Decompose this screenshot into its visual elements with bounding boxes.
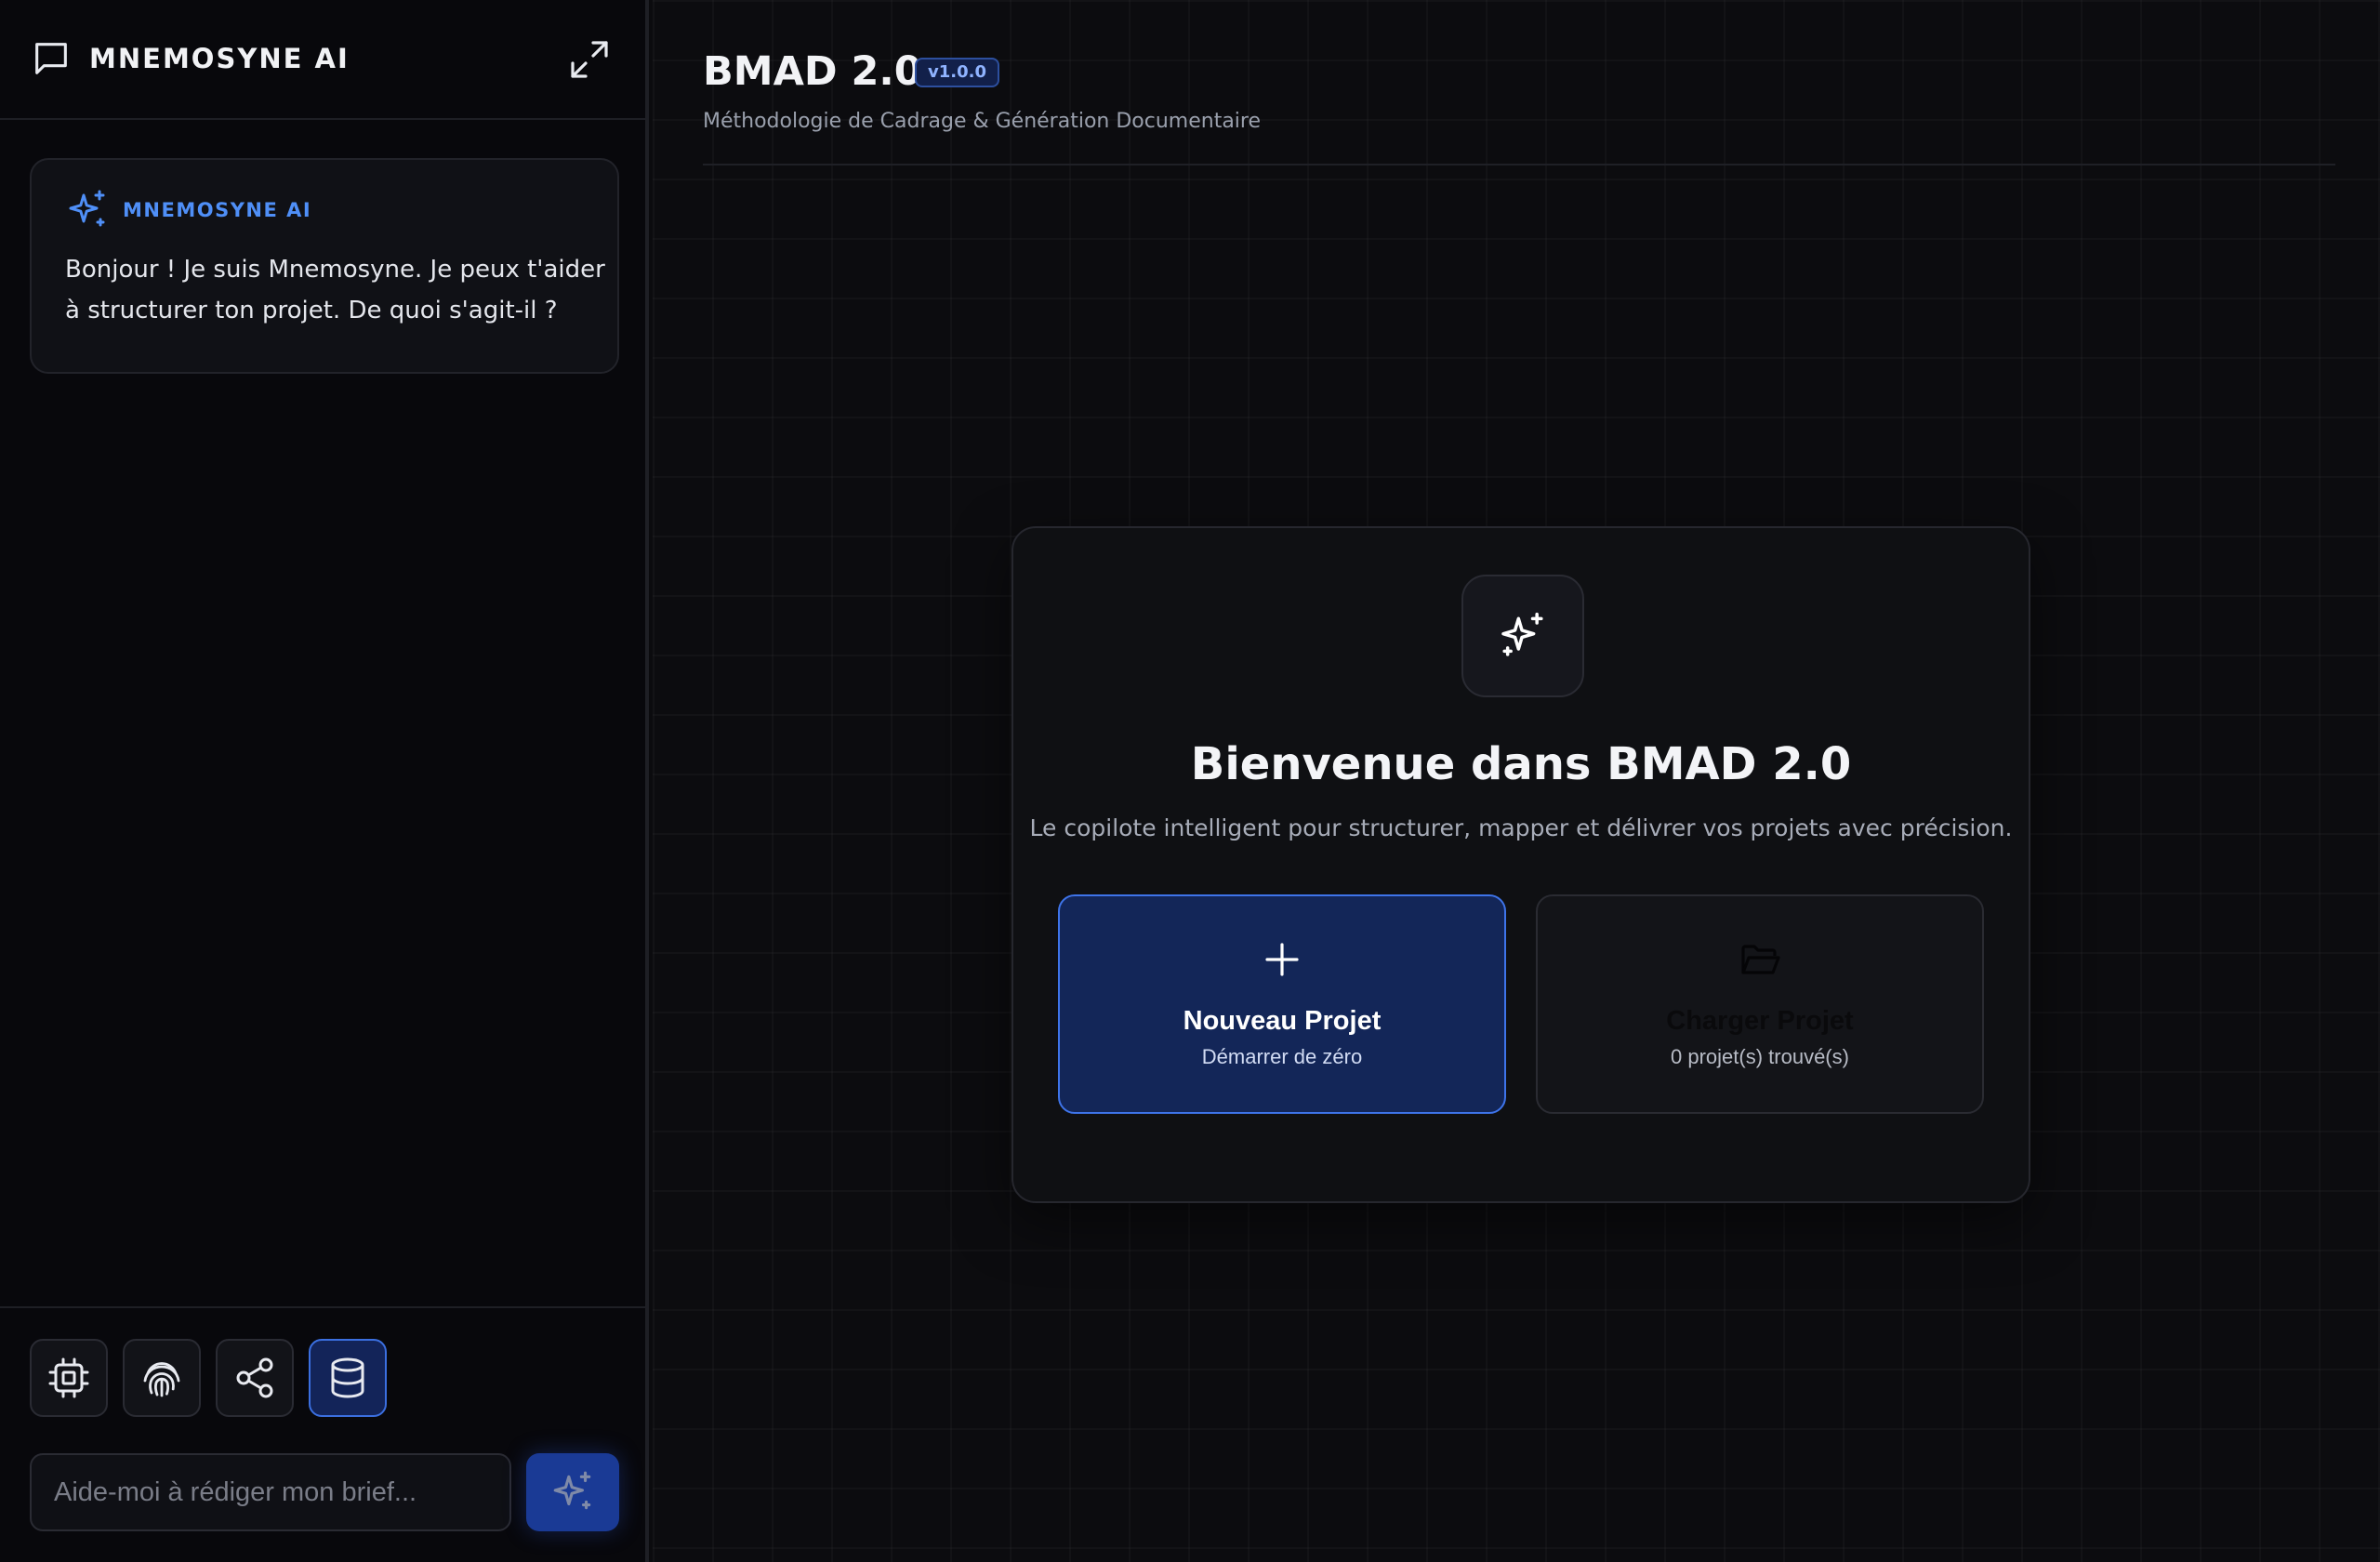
- message-author: MNEMOSYNE AI: [123, 199, 312, 221]
- sidebar-header: MNEMOSYNE AI: [0, 0, 645, 120]
- page-subtitle: Méthodologie de Cadrage & Génération Doc…: [703, 110, 1262, 133]
- folder-open-icon: [1741, 945, 1780, 974]
- assistant-sidebar: MNEMOSYNE AI MNEMOSYNE AI Bonjour ! Je s…: [0, 0, 649, 1562]
- hero-icon-container: [1461, 575, 1584, 697]
- sparkles-icon: [1501, 612, 1543, 656]
- expand-icon[interactable]: [567, 37, 612, 82]
- app-root: MNEMOSYNE AI MNEMOSYNE AI Bonjour ! Je s…: [0, 0, 2380, 1562]
- header-divider: [703, 164, 2335, 165]
- chat-input[interactable]: [30, 1453, 511, 1531]
- cpu-tool-button[interactable]: [30, 1339, 108, 1417]
- page-title: BMAD 2.0: [703, 48, 922, 95]
- database-icon: [331, 1357, 364, 1398]
- send-button[interactable]: [526, 1453, 619, 1531]
- fingerprint-tool-button[interactable]: [123, 1339, 201, 1417]
- welcome-description: Le copilote intelligent pour structurer,…: [1029, 814, 2013, 841]
- sidebar-title: MNEMOSYNE AI: [89, 43, 350, 74]
- load-project-subtitle: 0 projet(s) trouvé(s): [1671, 1045, 1849, 1068]
- version-badge: v1.0.0: [915, 58, 999, 87]
- new-project-title: Nouveau Projet: [1183, 1006, 1382, 1036]
- chat-bubble-icon: [35, 43, 67, 74]
- share-nodes-icon: [236, 1357, 273, 1398]
- new-project-subtitle: Démarrer de zéro: [1201, 1045, 1363, 1068]
- main-area: BMAD 2.0 v1.0.0 Méthodologie de Cadrage …: [653, 0, 2380, 1562]
- database-tool-button[interactable]: [309, 1339, 387, 1417]
- message-text: Bonjour ! Je suis Mnemosyne. Je peux t'a…: [65, 256, 605, 324]
- cpu-chip-icon: [48, 1357, 89, 1398]
- load-project-button[interactable]: Charger Projet 0 projet(s) trouvé(s): [1536, 894, 1984, 1114]
- new-project-button[interactable]: Nouveau Projet Démarrer de zéro: [1058, 894, 1506, 1114]
- sparkles-icon: [553, 1471, 591, 1510]
- sparkles-icon: [69, 190, 105, 227]
- welcome-title: Bienvenue dans BMAD 2.0: [1190, 738, 1852, 790]
- plus-icon: [1265, 943, 1299, 976]
- welcome-card: Bienvenue dans BMAD 2.0 Le copilote inte…: [1012, 526, 2030, 1203]
- assistant-message: MNEMOSYNE AI Bonjour ! Je suis Mnemosyne…: [30, 158, 619, 374]
- fingerprint-icon: [143, 1362, 180, 1397]
- share-tool-button[interactable]: [216, 1339, 294, 1417]
- load-project-title: Charger Projet: [1666, 1006, 1854, 1036]
